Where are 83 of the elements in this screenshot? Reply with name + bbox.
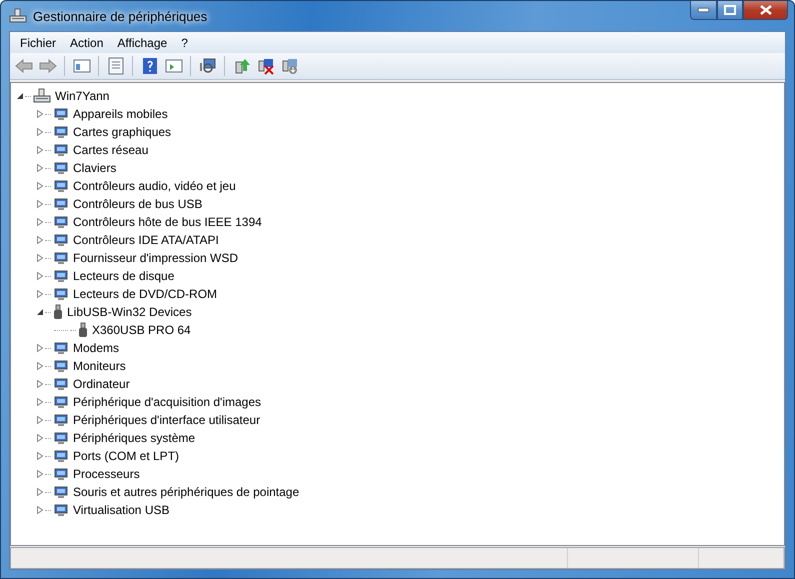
tree-item[interactable]: Contrôleurs IDE ATA/ATAPI (73, 233, 219, 247)
tree-item[interactable]: Ports (COM et LPT) (73, 449, 180, 463)
device-icon (53, 502, 69, 518)
device-icon (53, 340, 69, 356)
tree-item[interactable]: Périphériques système (73, 431, 196, 445)
usb-plug-icon (78, 322, 88, 338)
expand-toggle[interactable] (35, 307, 45, 317)
expand-toggle[interactable] (35, 487, 45, 497)
tree-item[interactable]: Souris et autres périphériques de pointage (73, 485, 300, 499)
expand-toggle[interactable] (15, 91, 25, 101)
device-icon (53, 142, 69, 158)
expand-toggle[interactable] (35, 361, 45, 371)
tree-item[interactable]: Contrôleurs de bus USB (73, 197, 202, 211)
expand-toggle[interactable] (35, 109, 45, 119)
device-icon (53, 376, 69, 392)
expand-toggle[interactable] (35, 433, 45, 443)
device-icon (53, 286, 69, 302)
expand-toggle[interactable] (35, 217, 45, 227)
tree-item[interactable]: Win7Yann (55, 89, 110, 103)
device-icon (53, 430, 69, 446)
expand-toggle[interactable] (35, 379, 45, 389)
close-button[interactable] (743, 1, 788, 20)
tree-item[interactable]: Cartes graphiques (73, 125, 172, 139)
device-icon (53, 412, 69, 428)
device-icon (53, 268, 69, 284)
device-icon (53, 484, 69, 500)
maximize-button[interactable] (717, 1, 743, 20)
tree-item[interactable]: Fournisseur d'impression WSD (73, 251, 238, 265)
expand-toggle[interactable] (35, 469, 45, 479)
device-icon (53, 124, 69, 140)
menu-item[interactable]: Affichage (110, 36, 174, 50)
tree-item[interactable]: Moniteurs (73, 359, 126, 373)
menu-item[interactable]: Action (63, 36, 110, 50)
menu-item[interactable]: Fichier (13, 36, 64, 50)
maximize-icon (724, 5, 736, 15)
menu-item[interactable]: ? (174, 36, 195, 50)
tree-item[interactable]: Appareils mobiles (73, 107, 168, 121)
tree-item[interactable]: Lecteurs de disque (73, 269, 174, 283)
computer-icon (9, 8, 27, 24)
close-icon (760, 5, 772, 15)
device-icon (53, 394, 69, 410)
expand-toggle[interactable] (35, 127, 45, 137)
tree-item[interactable]: Ordinateur (73, 377, 130, 391)
device-icon (53, 466, 69, 482)
device-icon (53, 196, 69, 212)
tree-item[interactable]: Lecteurs de DVD/CD-ROM (73, 287, 218, 301)
expand-toggle[interactable] (35, 235, 45, 245)
expand-toggle[interactable] (35, 289, 45, 299)
expand-toggle[interactable] (35, 397, 45, 407)
tree-item[interactable]: Claviers (73, 161, 116, 175)
device-icon (53, 448, 69, 464)
tree-item[interactable]: Périphérique d'acquisition d'images (73, 395, 262, 409)
expand-toggle[interactable] (35, 415, 45, 425)
tree-item[interactable]: Virtualisation USB (73, 503, 170, 517)
device-icon (53, 358, 69, 374)
tree-item[interactable]: Processeurs (73, 467, 140, 481)
expand-toggle[interactable] (35, 343, 45, 353)
expand-toggle[interactable] (35, 253, 45, 263)
device-icon (53, 250, 69, 266)
usb-plug-icon (53, 304, 63, 320)
device-icon (53, 106, 69, 122)
device-icon (53, 214, 69, 230)
tree-item[interactable]: Modems (73, 341, 120, 355)
expand-toggle[interactable] (35, 199, 45, 209)
device-icon (53, 160, 69, 176)
window-title: Gestionnaire de périphériques (33, 8, 208, 24)
minimize-button[interactable] (690, 1, 717, 20)
expand-toggle[interactable] (35, 163, 45, 173)
minimize-icon (698, 8, 709, 12)
tree-item[interactable]: LibUSB-Win32 Devices (67, 305, 192, 319)
tree-item[interactable]: Contrôleurs hôte de bus IEEE 1394 (73, 215, 262, 229)
expand-toggle[interactable] (35, 505, 45, 515)
device-icon (53, 232, 69, 248)
tree-item[interactable]: Périphériques d'interface utilisateur (73, 413, 260, 427)
expand-toggle[interactable] (35, 181, 45, 191)
tree-item[interactable]: X360USB PRO 64 (92, 323, 191, 337)
expand-toggle[interactable] (35, 271, 45, 281)
tree-item[interactable]: Cartes réseau (73, 143, 148, 157)
expand-toggle[interactable] (35, 451, 45, 461)
device-icon (53, 178, 69, 194)
computer-icon (33, 88, 51, 104)
expand-toggle[interactable] (35, 145, 45, 155)
tree-item[interactable]: Contrôleurs audio, vidéo et jeu (73, 179, 236, 193)
